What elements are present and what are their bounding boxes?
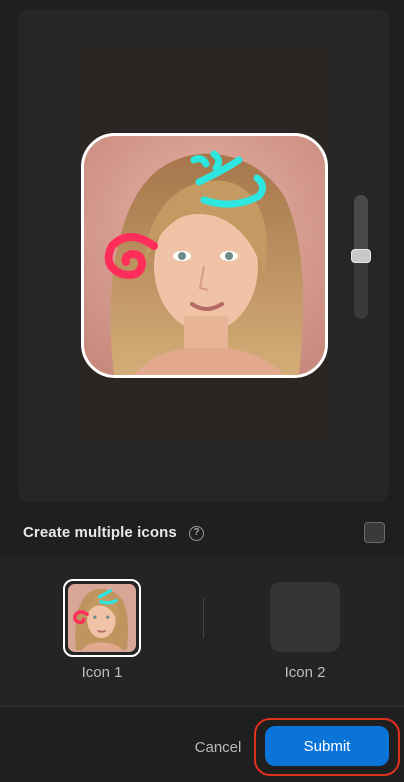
portrait-photo (84, 136, 325, 375)
crop-frame[interactable] (81, 133, 328, 378)
zoom-slider-thumb[interactable] (351, 249, 371, 263)
icon-2-label: Icon 2 (284, 664, 326, 681)
editor-canvas (18, 9, 389, 502)
multiple-icons-row: Create multiple icons ? (23, 522, 385, 544)
multiple-icons-label: Create multiple icons (23, 524, 177, 541)
icon-1-thumbnail (68, 584, 136, 652)
cancel-button[interactable]: Cancel (186, 736, 250, 758)
icons-divider (203, 598, 204, 638)
help-icon[interactable]: ? (189, 526, 204, 541)
submit-button[interactable]: Submit (265, 726, 389, 766)
icons-strip: Icon 1 Icon 2 (0, 556, 404, 706)
icon-editor-dialog: Create multiple icons ? Icon 1 Icon 2 Ca… (0, 0, 404, 782)
multiple-icons-checkbox[interactable] (364, 522, 385, 543)
icon-2-tile[interactable] (270, 582, 340, 652)
icon-1-label: Icon 1 (81, 664, 123, 681)
footer-divider (0, 706, 404, 707)
icon-1-tile[interactable] (63, 579, 141, 657)
